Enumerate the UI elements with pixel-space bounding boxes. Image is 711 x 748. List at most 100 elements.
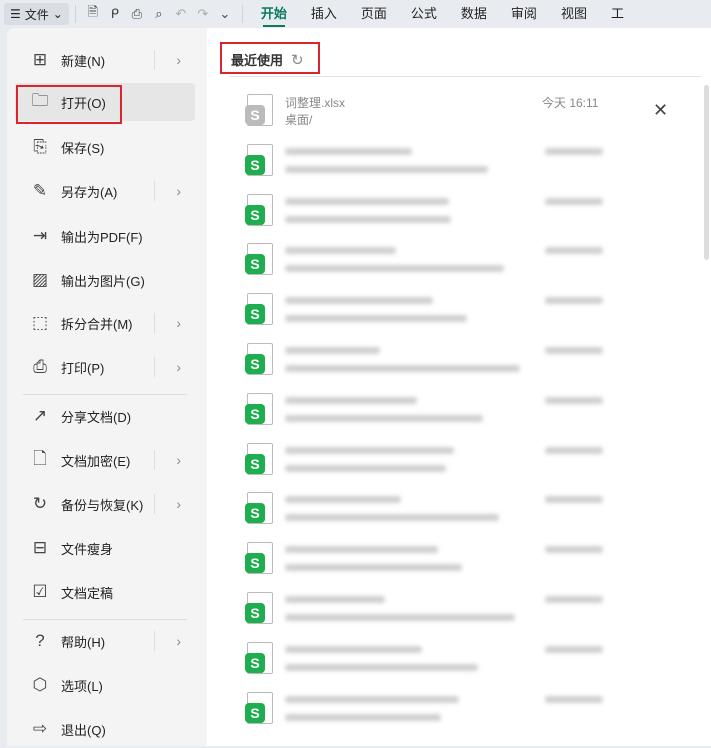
recent-file-row[interactable]: S [245, 492, 685, 536]
encrypt-icon: 🗋 [33, 448, 47, 468]
save-icon[interactable]: 🗎 [82, 3, 104, 25]
blurred-file-time [545, 297, 603, 305]
blurred-file-time [545, 546, 603, 554]
menu-item-4[interactable]: ⇥ 输出为PDF(F) [15, 217, 195, 255]
menu-item-11[interactable]: ⊟ 文件瘦身 [15, 529, 195, 567]
chevron-right-icon[interactable]: › [176, 452, 181, 468]
menu-item-0[interactable]: ⊞ 新建(N) › [15, 41, 195, 79]
spreadsheet-file-icon: S [245, 641, 273, 674]
recent-file-row[interactable]: S [245, 542, 685, 586]
new-file-icon: ⊞ [32, 50, 48, 69]
exit-icon: ⇨ [32, 719, 48, 738]
print-preview-icon[interactable]: ⌕ [148, 6, 170, 22]
blurred-file-time [545, 496, 603, 504]
menu-item-14[interactable]: ⬡ 选项(L) [15, 666, 195, 704]
menu-item-label: 新建(N) [61, 53, 106, 69]
menu-item-2[interactable]: ⎘ 保存(S) [15, 128, 195, 166]
blurred-file-path [285, 414, 483, 422]
menu-item-label: 备份与恢复(K) [61, 497, 144, 513]
chevron-right-icon[interactable]: › [176, 359, 181, 375]
chevron-right-icon[interactable]: › [176, 633, 181, 649]
menu-item-10[interactable]: ↻ 备份与恢复(K) › [15, 485, 195, 523]
highlight-open [16, 85, 122, 124]
tab-tools[interactable]: 工 [611, 0, 624, 28]
spreadsheet-file-icon: S [245, 592, 273, 624]
spreadsheet-file-icon: S [245, 442, 273, 475]
recent-file-row[interactable]: S [245, 343, 685, 387]
chevron-right-icon[interactable]: › [176, 496, 181, 512]
blurred-file-name [285, 546, 438, 554]
toolbar: ☰ 文件 ⌄ 🗎 ᑭ ⎙ ⌕ ↶ ↷ ⌄ 开始 插入 页面 公式 数据 审阅 视图 … [0, 0, 711, 28]
redo-icon[interactable]: ↷ [192, 6, 214, 22]
spreadsheet-file-icon: S [245, 492, 273, 525]
spreadsheet-file-icon: S [245, 293, 273, 326]
recent-file-row[interactable]: S [245, 442, 685, 487]
recent-file-row[interactable]: S 词整理.xlsx 桌面/ 今天 16:11 [245, 94, 685, 138]
undo-icon[interactable]: ↶ [170, 6, 192, 22]
blurred-file-path [285, 365, 520, 372]
more-chevron-icon[interactable]: ⌄ [214, 6, 236, 22]
blurred-file-name [285, 147, 412, 155]
spreadsheet-file-icon: S [245, 243, 273, 276]
blurred-file-name [285, 446, 454, 454]
close-icon[interactable]: ✕ [653, 100, 668, 121]
tab-formula[interactable]: 公式 [411, 0, 437, 28]
separator [241, 5, 243, 23]
file-menu-button[interactable]: ☰ 文件 ⌄ [4, 3, 69, 25]
chevron-right-icon[interactable]: › [176, 315, 181, 331]
menu-item-7[interactable]: ⎙ 打印(P) › [15, 348, 195, 386]
recent-panel: 最近使用 ↻ S 词整理.xlsx 桌面/ 今天 16:11 ✕ SSSSSSSS… [207, 28, 711, 746]
tab-insert[interactable]: 插入 [311, 0, 337, 28]
spreadsheet-file-icon: S [245, 94, 273, 126]
backup-icon: ↻ [32, 494, 48, 513]
chevron-right-icon[interactable]: › [176, 52, 181, 68]
menu-item-12[interactable]: ☑ 文档定稿 [15, 573, 195, 611]
blurred-file-name [285, 596, 385, 603]
recent-file-row[interactable]: S [245, 592, 685, 636]
file-menu: ⊞ 新建(N) › 🗀 打开(O) ⎘ 保存(S) ✎ 另存为(A) › ⇥ 输出为PDF(F) ▨ 输出… [7, 28, 207, 746]
spreadsheet-file-icon: S [245, 392, 273, 425]
recent-file-row[interactable]: S [245, 641, 685, 686]
blurred-file-time [545, 695, 603, 703]
blurred-file-time [545, 197, 603, 205]
scrollbar[interactable] [704, 85, 709, 260]
separator [154, 450, 155, 470]
tab-data[interactable]: 数据 [461, 0, 487, 28]
print-icon[interactable]: ⎙ [126, 6, 148, 22]
menu-item-15[interactable]: ⇨ 退出(Q) [15, 710, 195, 748]
export-image-icon: ▨ [31, 270, 49, 289]
recent-file-row[interactable]: S [245, 691, 685, 736]
tab-home[interactable]: 开始 [261, 0, 287, 28]
recent-file-row[interactable]: S [245, 143, 685, 188]
recent-file-row[interactable]: S [245, 293, 685, 337]
menu-divider [23, 394, 187, 395]
tab-page[interactable]: 页面 [361, 0, 387, 28]
blurred-file-name [285, 197, 449, 205]
recent-file-row[interactable]: S [245, 243, 685, 287]
divider [229, 76, 701, 77]
separator [154, 494, 155, 514]
menu-item-label: 另存为(A) [61, 184, 118, 200]
blurred-file-path [285, 215, 451, 223]
blurred-file-time [545, 247, 603, 255]
menu-item-13[interactable]: ? 帮助(H) › [15, 622, 195, 660]
tab-review[interactable]: 审阅 [511, 0, 537, 28]
chevron-right-icon[interactable]: › [176, 183, 181, 199]
blurred-file-name [285, 645, 422, 653]
menu-item-5[interactable]: ▨ 输出为图片(G) [15, 261, 195, 299]
blurred-file-name [285, 496, 401, 504]
print-icon: ⎙ [33, 357, 47, 376]
blurred-file-path [285, 165, 488, 173]
menu-item-3[interactable]: ✎ 另存为(A) › [15, 172, 195, 210]
recent-file-row[interactable]: S [245, 392, 685, 437]
tab-view[interactable]: 视图 [561, 0, 587, 28]
blurred-file-path [285, 713, 441, 721]
menu-item-8[interactable]: ↗ 分享文档(D) [15, 397, 195, 435]
separator [154, 631, 155, 651]
menu-item-label: 输出为PDF(F) [61, 229, 143, 245]
recent-file-row[interactable]: S [245, 193, 685, 238]
format-painter-icon[interactable]: ᑭ [104, 6, 126, 22]
menu-item-9[interactable]: 🗋 文档加密(E) › [15, 441, 195, 479]
menu-item-6[interactable]: ⬚ 拆分合并(M) › [15, 304, 195, 342]
separator [154, 357, 155, 377]
